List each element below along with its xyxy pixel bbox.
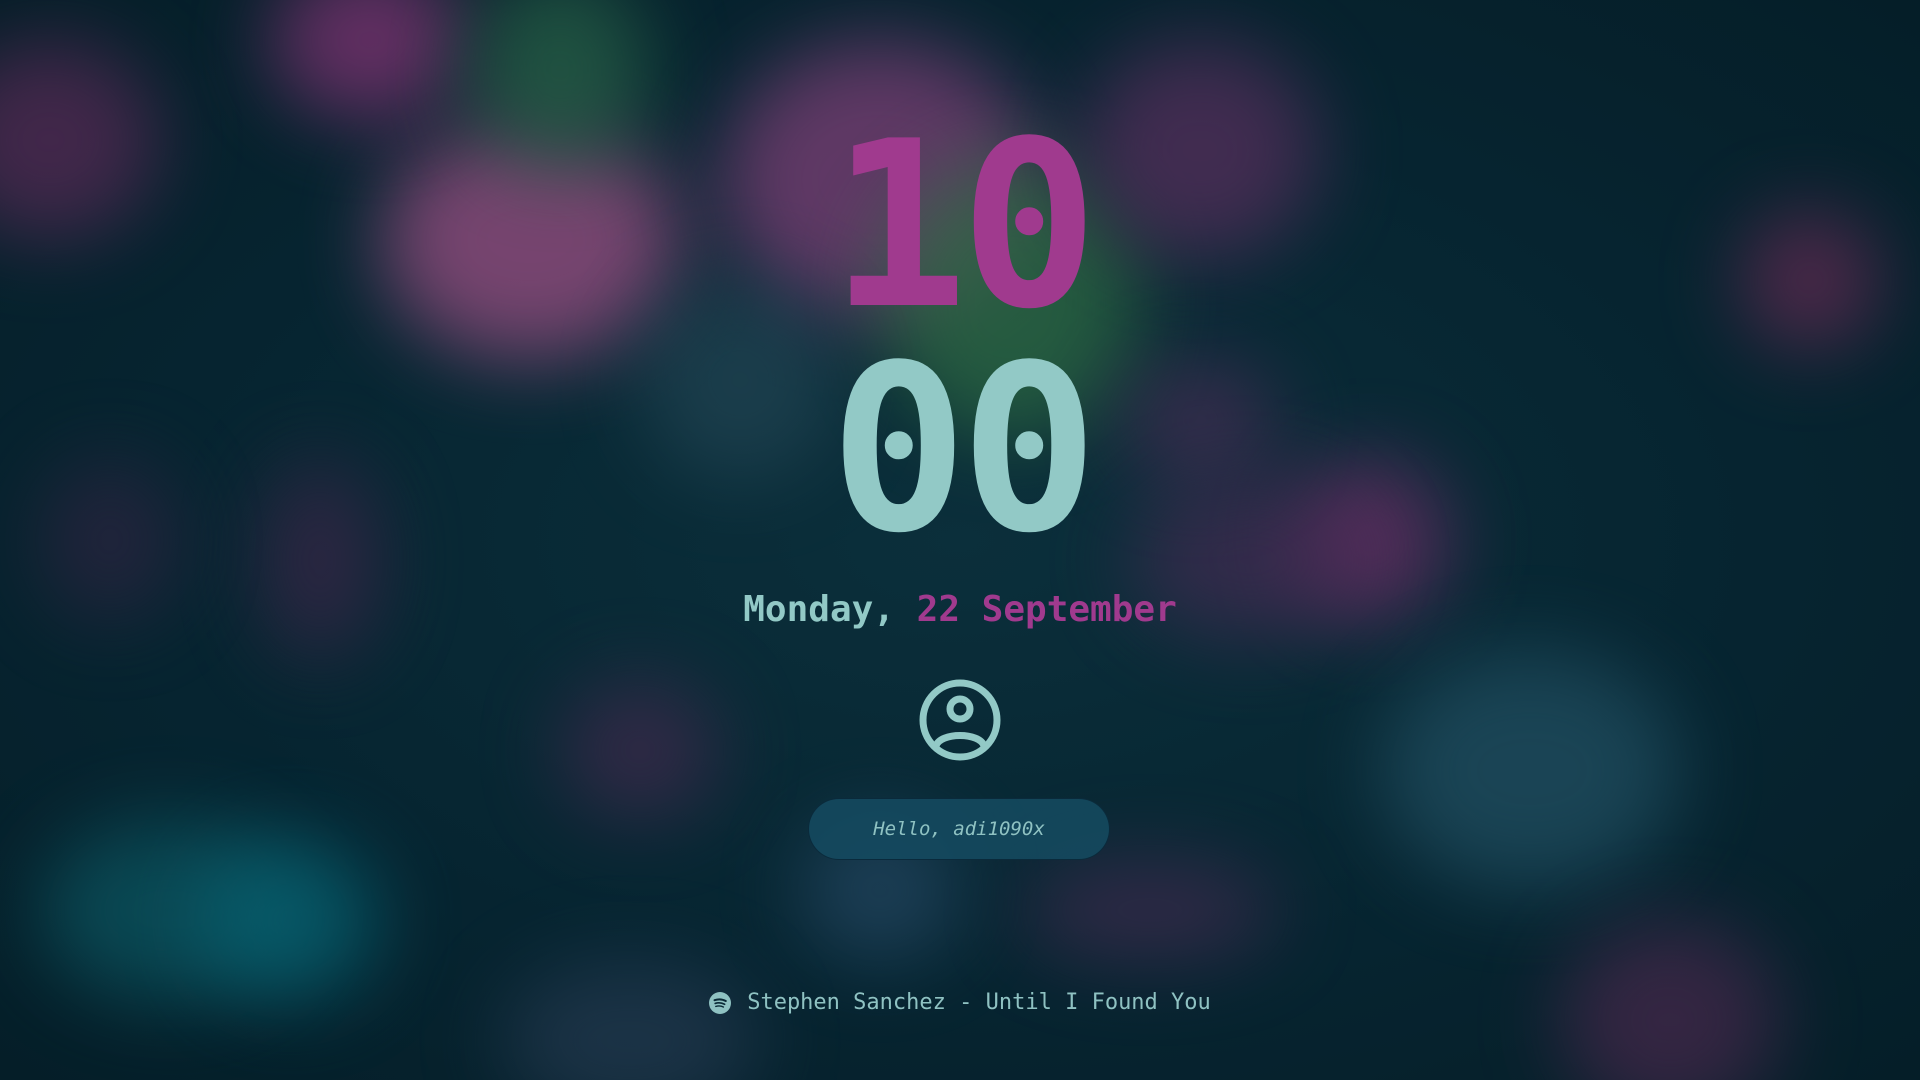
clock-minute: 00 bbox=[829, 317, 1099, 584]
track-title: Stephen Sanchez - Until I Found You bbox=[747, 990, 1211, 1015]
lock-screen: 10 00 Monday, 22 September Hello, adi109… bbox=[0, 0, 1920, 1080]
now-playing: Stephen Sanchez - Until I Found You bbox=[0, 990, 1920, 1015]
clock-hour: 10 bbox=[829, 93, 1099, 360]
password-input[interactable]: Hello, adi1090x bbox=[808, 798, 1110, 860]
greeting-placeholder: Hello, adi1090x bbox=[873, 818, 1045, 840]
date-weekday: Monday, bbox=[743, 589, 895, 630]
date-day-month: 22 September bbox=[916, 589, 1177, 630]
date-display: Monday, 22 September bbox=[0, 592, 1920, 628]
spotify-icon bbox=[709, 991, 732, 1014]
user-circle-icon bbox=[919, 679, 1001, 761]
